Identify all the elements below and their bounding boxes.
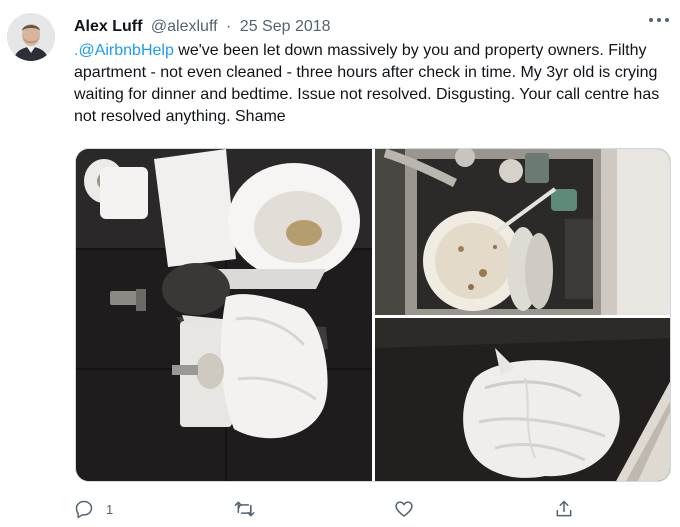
tweet-media-grid xyxy=(75,148,671,482)
reply-icon xyxy=(75,500,93,519)
avatar[interactable] xyxy=(7,13,55,61)
retweet-icon xyxy=(234,501,255,517)
photo-dirty-sink[interactable] xyxy=(375,149,670,315)
mention-link[interactable]: .@AirbnbHelp xyxy=(74,42,174,59)
tweet-actions: 1 xyxy=(74,497,594,521)
author-handle[interactable]: @alexluff xyxy=(151,18,218,35)
more-horizontal-icon[interactable] xyxy=(648,12,670,28)
reply-count: 1 xyxy=(106,501,114,517)
tweet-card[interactable]: Alex Luff @alexluff · 25 Sep 2018 .@Airb… xyxy=(0,0,680,527)
tweet-date[interactable]: 25 Sep 2018 xyxy=(240,18,331,35)
author-name[interactable]: Alex Luff xyxy=(74,18,142,35)
like-button[interactable] xyxy=(394,497,426,521)
heart-icon xyxy=(395,501,413,517)
photo-towels-floor[interactable] xyxy=(375,318,670,481)
reply-button[interactable]: 1 xyxy=(74,497,113,521)
photo-toilet[interactable] xyxy=(76,149,372,481)
separator-dot: · xyxy=(226,18,232,35)
retweet-button[interactable] xyxy=(234,497,268,521)
share-button[interactable] xyxy=(554,497,574,521)
tweet-header: Alex Luff @alexluff · 25 Sep 2018 xyxy=(74,16,660,38)
tweet-text: .@AirbnbHelp we've been let down massive… xyxy=(74,40,672,128)
share-icon xyxy=(556,500,572,517)
